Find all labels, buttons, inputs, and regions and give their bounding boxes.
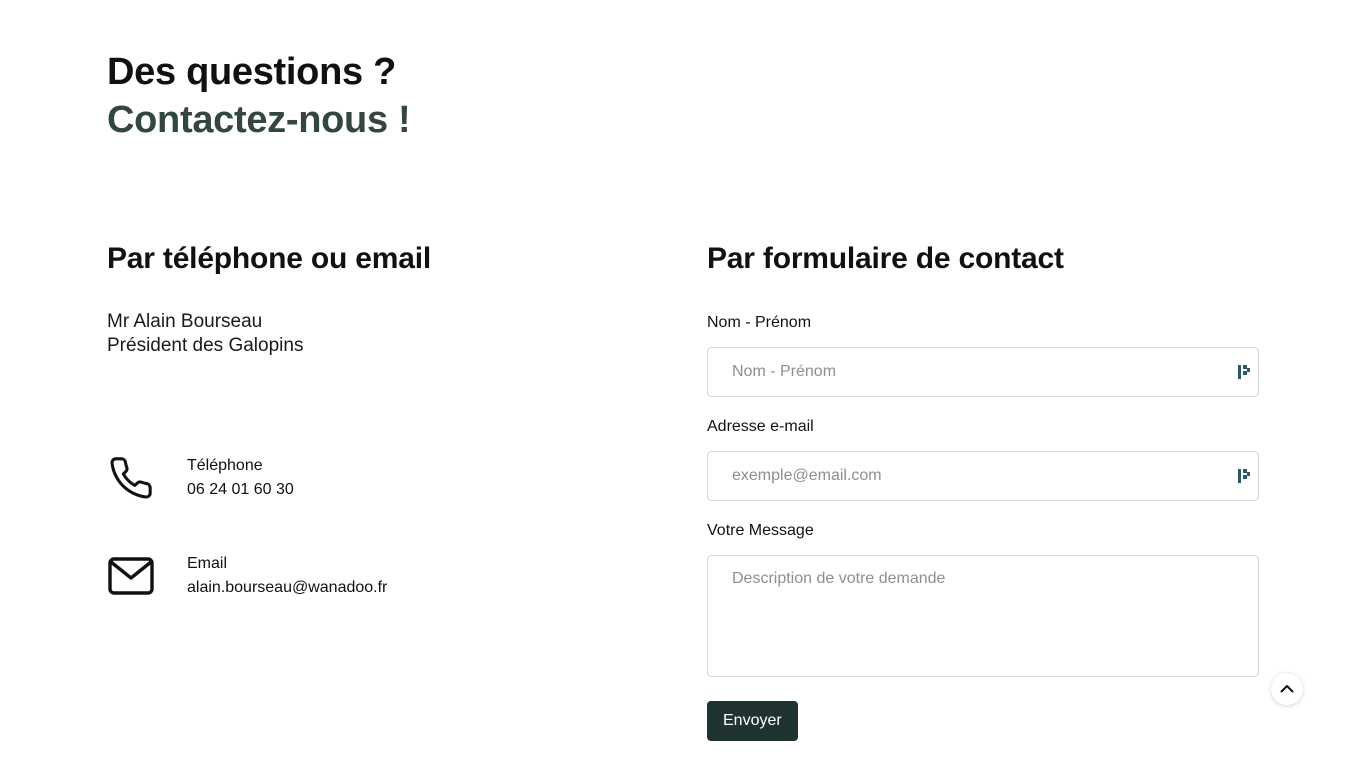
message-field-wrapper: [707, 555, 1259, 677]
contact-page: Des questions ? Contactez-nous ! Par tél…: [0, 0, 1366, 768]
mail-icon: [107, 552, 155, 600]
person-name: Mr Alain Bourseau: [107, 311, 263, 332]
send-button[interactable]: Envoyer: [707, 701, 798, 741]
password-manager-icon[interactable]: [1237, 364, 1251, 380]
email-field-label: Adresse e-mail: [707, 418, 814, 435]
email-input[interactable]: [707, 451, 1259, 501]
heading-line-2: Contactez-nous !: [107, 99, 411, 141]
person-role: Président des Galopins: [107, 335, 304, 356]
heading-line-1: Des questions ?: [107, 51, 396, 93]
email-field-wrapper: [707, 451, 1259, 501]
phone-contact: Téléphone 06 24 01 60 30: [107, 454, 294, 502]
phone-email-title: Par téléphone ou email: [107, 242, 432, 275]
contact-form: Par formulaire de contact Nom - Prénom A…: [707, 238, 1259, 741]
email-contact: Email alain.bourseau@wanadoo.fr: [107, 552, 387, 600]
phone-icon: [107, 454, 155, 502]
message-textarea[interactable]: [707, 555, 1259, 677]
chevron-up-icon: [1280, 680, 1294, 698]
password-manager-icon[interactable]: [1237, 468, 1251, 484]
phone-label: Téléphone: [187, 457, 263, 474]
email-label: Email: [187, 555, 228, 572]
phone-number[interactable]: 06 24 01 60 30: [187, 478, 294, 502]
name-field-wrapper: [707, 347, 1259, 397]
name-label: Nom - Prénom: [707, 314, 812, 331]
page-heading: Des questions ? Contactez-nous !: [107, 48, 411, 144]
email-address[interactable]: alain.bourseau@wanadoo.fr: [187, 576, 387, 600]
phone-email-section: Par téléphone ou email Mr Alain Bourseau…: [107, 238, 627, 596]
contact-form-title: Par formulaire de contact: [707, 242, 1064, 275]
phone-details: Téléphone 06 24 01 60 30: [187, 454, 294, 502]
contact-person: Mr Alain Bourseau Président des Galopins: [107, 310, 627, 358]
message-label: Votre Message: [707, 522, 814, 539]
name-input[interactable]: [707, 347, 1259, 397]
scroll-to-top-button[interactable]: [1271, 673, 1303, 705]
email-details: Email alain.bourseau@wanadoo.fr: [187, 552, 387, 600]
